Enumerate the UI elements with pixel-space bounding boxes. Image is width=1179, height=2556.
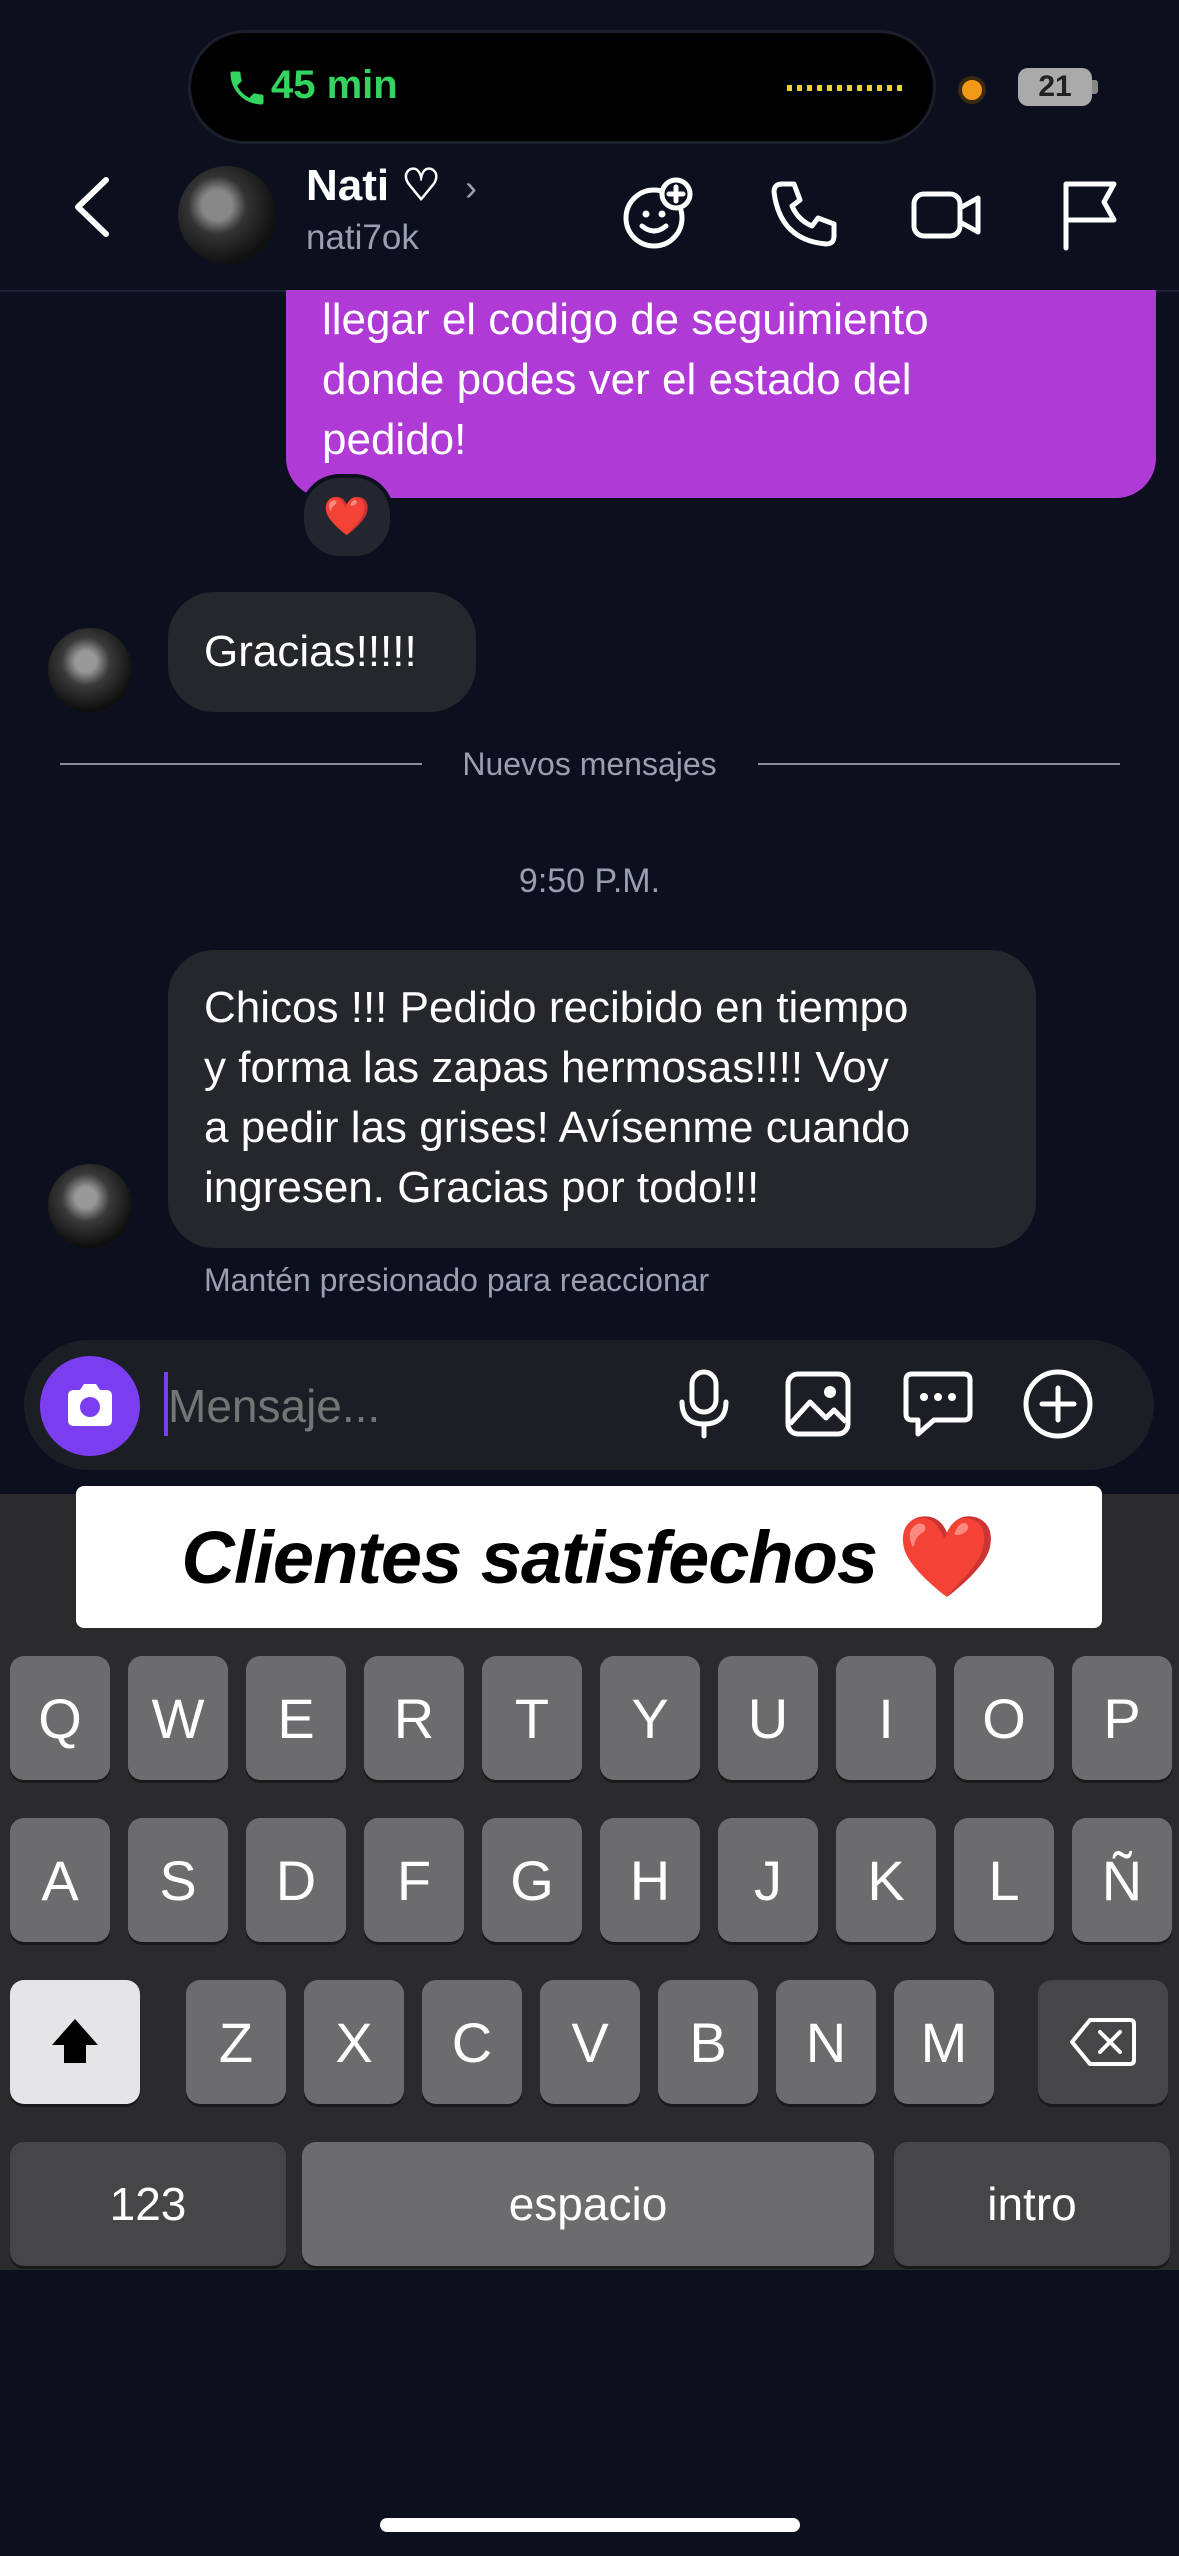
chat-header <box>0 150 1179 292</box>
key-b[interactable]: B <box>658 1980 758 2104</box>
microphone-icon[interactable] <box>664 1364 744 1444</box>
phone-call-icon <box>230 71 264 105</box>
contact-username: nati7ok <box>306 218 419 257</box>
message-line: donde podes ver el estado del <box>322 355 912 404</box>
battery-indicator: 21 <box>1018 68 1092 106</box>
back-chevron-icon[interactable] <box>64 172 124 242</box>
message-line: pedido! <box>322 415 467 464</box>
flag-icon[interactable] <box>1050 174 1130 254</box>
gallery-icon[interactable] <box>778 1364 858 1444</box>
shift-key[interactable] <box>10 1980 140 2104</box>
key-w[interactable]: W <box>128 1656 228 1780</box>
key-a[interactable]: A <box>10 1818 110 1942</box>
new-messages-label: Nuevos mensajes <box>462 746 717 782</box>
numbers-key[interactable]: 123 <box>10 2142 286 2266</box>
caption-banner: Clientes satisfechos ❤️ <box>76 1486 1102 1628</box>
sender-avatar[interactable] <box>48 628 132 712</box>
audio-waveform <box>787 85 903 91</box>
camera-button[interactable] <box>40 1356 140 1456</box>
key-ñ[interactable]: Ñ <box>1072 1818 1172 1942</box>
key-s[interactable]: S <box>128 1818 228 1942</box>
backspace-icon <box>1070 2018 1136 2066</box>
key-v[interactable]: V <box>540 1980 640 2104</box>
contact-name[interactable]: Nati ♡ › <box>306 160 477 211</box>
shift-arrow-icon <box>52 2019 98 2063</box>
home-indicator[interactable] <box>380 2518 800 2532</box>
key-y[interactable]: Y <box>600 1656 700 1780</box>
key-z[interactable]: Z <box>186 1980 286 2104</box>
key-r[interactable]: R <box>364 1656 464 1780</box>
key-e[interactable]: E <box>246 1656 346 1780</box>
key-q[interactable]: Q <box>10 1656 110 1780</box>
message-line: y forma las zapas hermosas!!!! Voy <box>204 1043 889 1092</box>
sticker-face-icon[interactable] <box>618 174 698 254</box>
key-u[interactable]: U <box>718 1656 818 1780</box>
call-timer: 45 min <box>271 63 398 107</box>
incoming-message-bubble[interactable]: Gracias!!!!! <box>168 592 476 712</box>
key-f[interactable]: F <box>364 1818 464 1942</box>
key-h[interactable]: H <box>600 1818 700 1942</box>
dynamic-island[interactable]: 45 min <box>188 30 936 144</box>
battery-tip <box>1092 80 1098 94</box>
key-j[interactable]: J <box>718 1818 818 1942</box>
caption-text: Clientes satisfechos <box>181 1515 878 1599</box>
key-m[interactable]: M <box>894 1980 994 2104</box>
message-line: ingresen. Gracias por todo!!! <box>204 1163 760 1212</box>
key-g[interactable]: G <box>482 1818 582 1942</box>
video-camera-icon[interactable] <box>906 174 986 254</box>
sticker-chat-icon[interactable] <box>898 1364 978 1444</box>
message-text: Gracias!!!!! <box>204 627 417 676</box>
key-p[interactable]: P <box>1072 1656 1172 1780</box>
message-line: a pedir las grises! Avísenme cuando <box>204 1103 911 1152</box>
key-l[interactable]: L <box>954 1818 1054 1942</box>
incoming-message-bubble[interactable]: Chicos !!! Pedido recibido en tiempo y f… <box>168 950 1036 1248</box>
backspace-key[interactable] <box>1038 1980 1168 2104</box>
privacy-indicator-dot <box>958 76 986 104</box>
return-key[interactable]: intro <box>894 2142 1170 2266</box>
outgoing-message-bubble[interactable]: llegar el codigo de seguimiento donde po… <box>286 290 1156 498</box>
heart-emoji: ❤️ <box>897 1512 997 1601</box>
camera-icon <box>68 1384 112 1426</box>
contact-avatar[interactable] <box>178 166 276 264</box>
key-d[interactable]: D <box>246 1818 346 1942</box>
chevron-right-icon: › <box>465 167 478 208</box>
message-line: llegar el codigo de seguimiento <box>322 295 929 344</box>
heart-reaction[interactable]: ❤️ <box>300 474 394 560</box>
key-i[interactable]: I <box>836 1656 936 1780</box>
key-k[interactable]: K <box>836 1818 936 1942</box>
contact-name-text: Nati ♡ <box>306 161 441 210</box>
message-input[interactable] <box>168 1374 648 1438</box>
key-x[interactable]: X <box>304 1980 404 2104</box>
sender-avatar[interactable] <box>48 1164 132 1248</box>
reaction-hint: Mantén presionado para reaccionar <box>204 1262 710 1298</box>
key-n[interactable]: N <box>776 1980 876 2104</box>
phone-icon[interactable] <box>764 174 844 254</box>
key-t[interactable]: T <box>482 1656 582 1780</box>
key-o[interactable]: O <box>954 1656 1054 1780</box>
message-line: Chicos !!! Pedido recibido en tiempo <box>204 983 909 1032</box>
message-timestamp: 9:50 P.M. <box>518 862 661 900</box>
plus-circle-icon[interactable] <box>1018 1364 1098 1444</box>
key-c[interactable]: C <box>422 1980 522 2104</box>
space-key[interactable]: espacio <box>302 2142 874 2266</box>
